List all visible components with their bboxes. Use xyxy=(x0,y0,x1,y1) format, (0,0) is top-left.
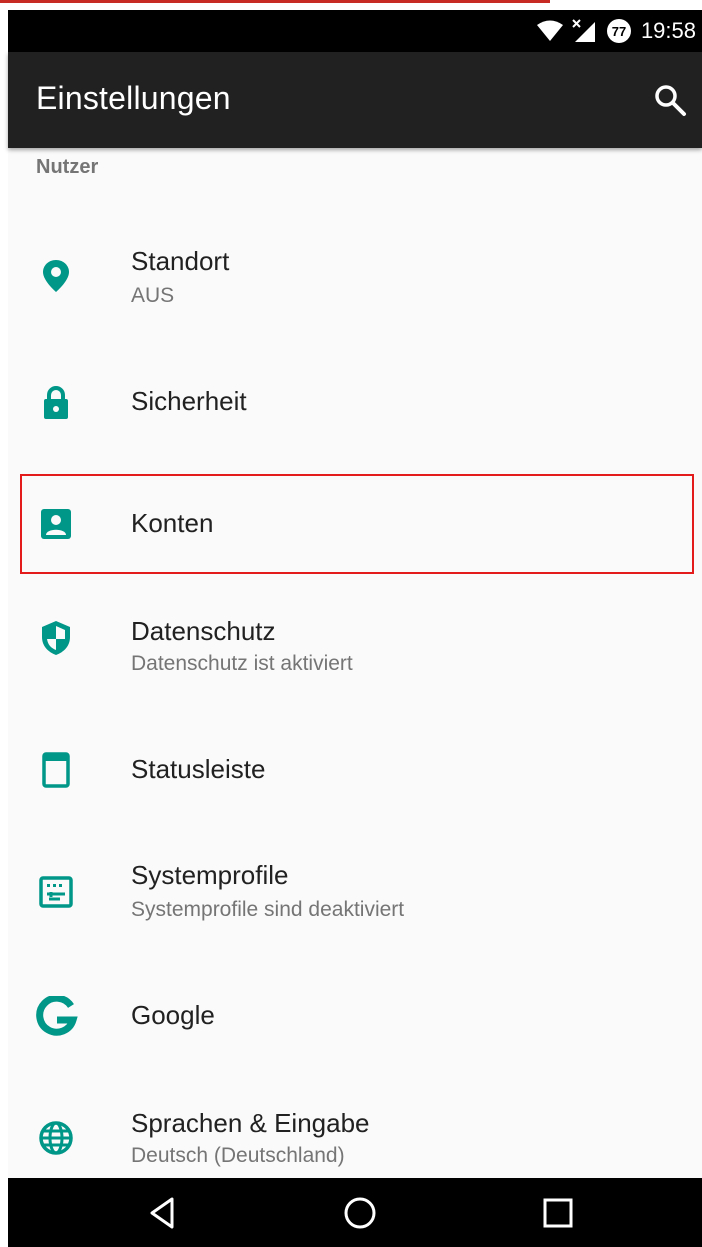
recents-icon[interactable] xyxy=(540,1195,576,1231)
settings-item-systemprofile[interactable]: Systemprofile Systemprofile sind deaktiv… xyxy=(8,832,702,958)
app-toolbar: Einstellungen xyxy=(8,52,702,148)
notification-badge-icon: 77 xyxy=(606,19,631,43)
settings-item-sicherheit[interactable]: Sicherheit xyxy=(8,338,702,460)
home-icon[interactable] xyxy=(342,1195,378,1231)
settings-item-label: Systemprofile xyxy=(131,860,289,890)
signal-icon xyxy=(572,19,595,42)
settings-item-subtitle: Systemprofile sind deaktiviert xyxy=(131,898,405,921)
settings-item-label: Konten xyxy=(131,508,214,538)
settings-list: Nutzer Standort AUS Sicherheit Konten Da… xyxy=(8,148,702,1178)
settings-item-subtitle: AUS xyxy=(131,284,175,307)
settings-item-datenschutz[interactable]: Datenschutz Datenschutz ist aktiviert xyxy=(8,586,702,708)
google-icon xyxy=(36,996,78,1036)
notification-badge-count: 77 xyxy=(612,24,626,39)
settings-item-label: Datenschutz xyxy=(131,616,276,646)
shield-icon xyxy=(42,621,70,655)
settings-item-label: Statusleiste xyxy=(131,754,266,784)
location-icon xyxy=(43,260,69,292)
globe-icon xyxy=(39,1121,73,1155)
settings-item-statusleiste[interactable]: Statusleiste xyxy=(8,712,702,828)
settings-item-label: Sprachen & Eingabe xyxy=(131,1108,370,1138)
navigation-bar xyxy=(8,1178,702,1247)
lock-icon xyxy=(44,386,68,419)
wifi-icon xyxy=(536,20,563,41)
settings-item-sprachen[interactable]: Sprachen & Eingabe Deutsch (Deutschland) xyxy=(8,1078,702,1178)
settings-item-subtitle: Deutsch (Deutschland) xyxy=(131,1144,345,1167)
settings-item-label: Sicherheit xyxy=(131,386,247,416)
settings-item-subtitle: Datenschutz ist aktiviert xyxy=(131,652,353,675)
screen-frame-accent xyxy=(0,0,550,3)
search-icon[interactable] xyxy=(652,82,688,118)
account-icon xyxy=(41,509,71,539)
status-time: 19:58 xyxy=(640,18,696,43)
back-icon[interactable] xyxy=(144,1195,180,1231)
section-header: Nutzer xyxy=(36,156,99,178)
page-title: Einstellungen xyxy=(36,80,231,116)
settings-item-label: Standort xyxy=(131,246,230,276)
system-profiles-icon xyxy=(39,876,73,908)
settings-item-standort[interactable]: Standort AUS xyxy=(8,200,702,324)
settings-item-konten[interactable]: Konten xyxy=(8,476,702,572)
statusbar-icon xyxy=(42,752,70,788)
settings-item-google[interactable]: Google xyxy=(8,958,702,1074)
status-bar: 77 19:58 xyxy=(8,10,702,52)
settings-item-label: Google xyxy=(131,1000,215,1030)
